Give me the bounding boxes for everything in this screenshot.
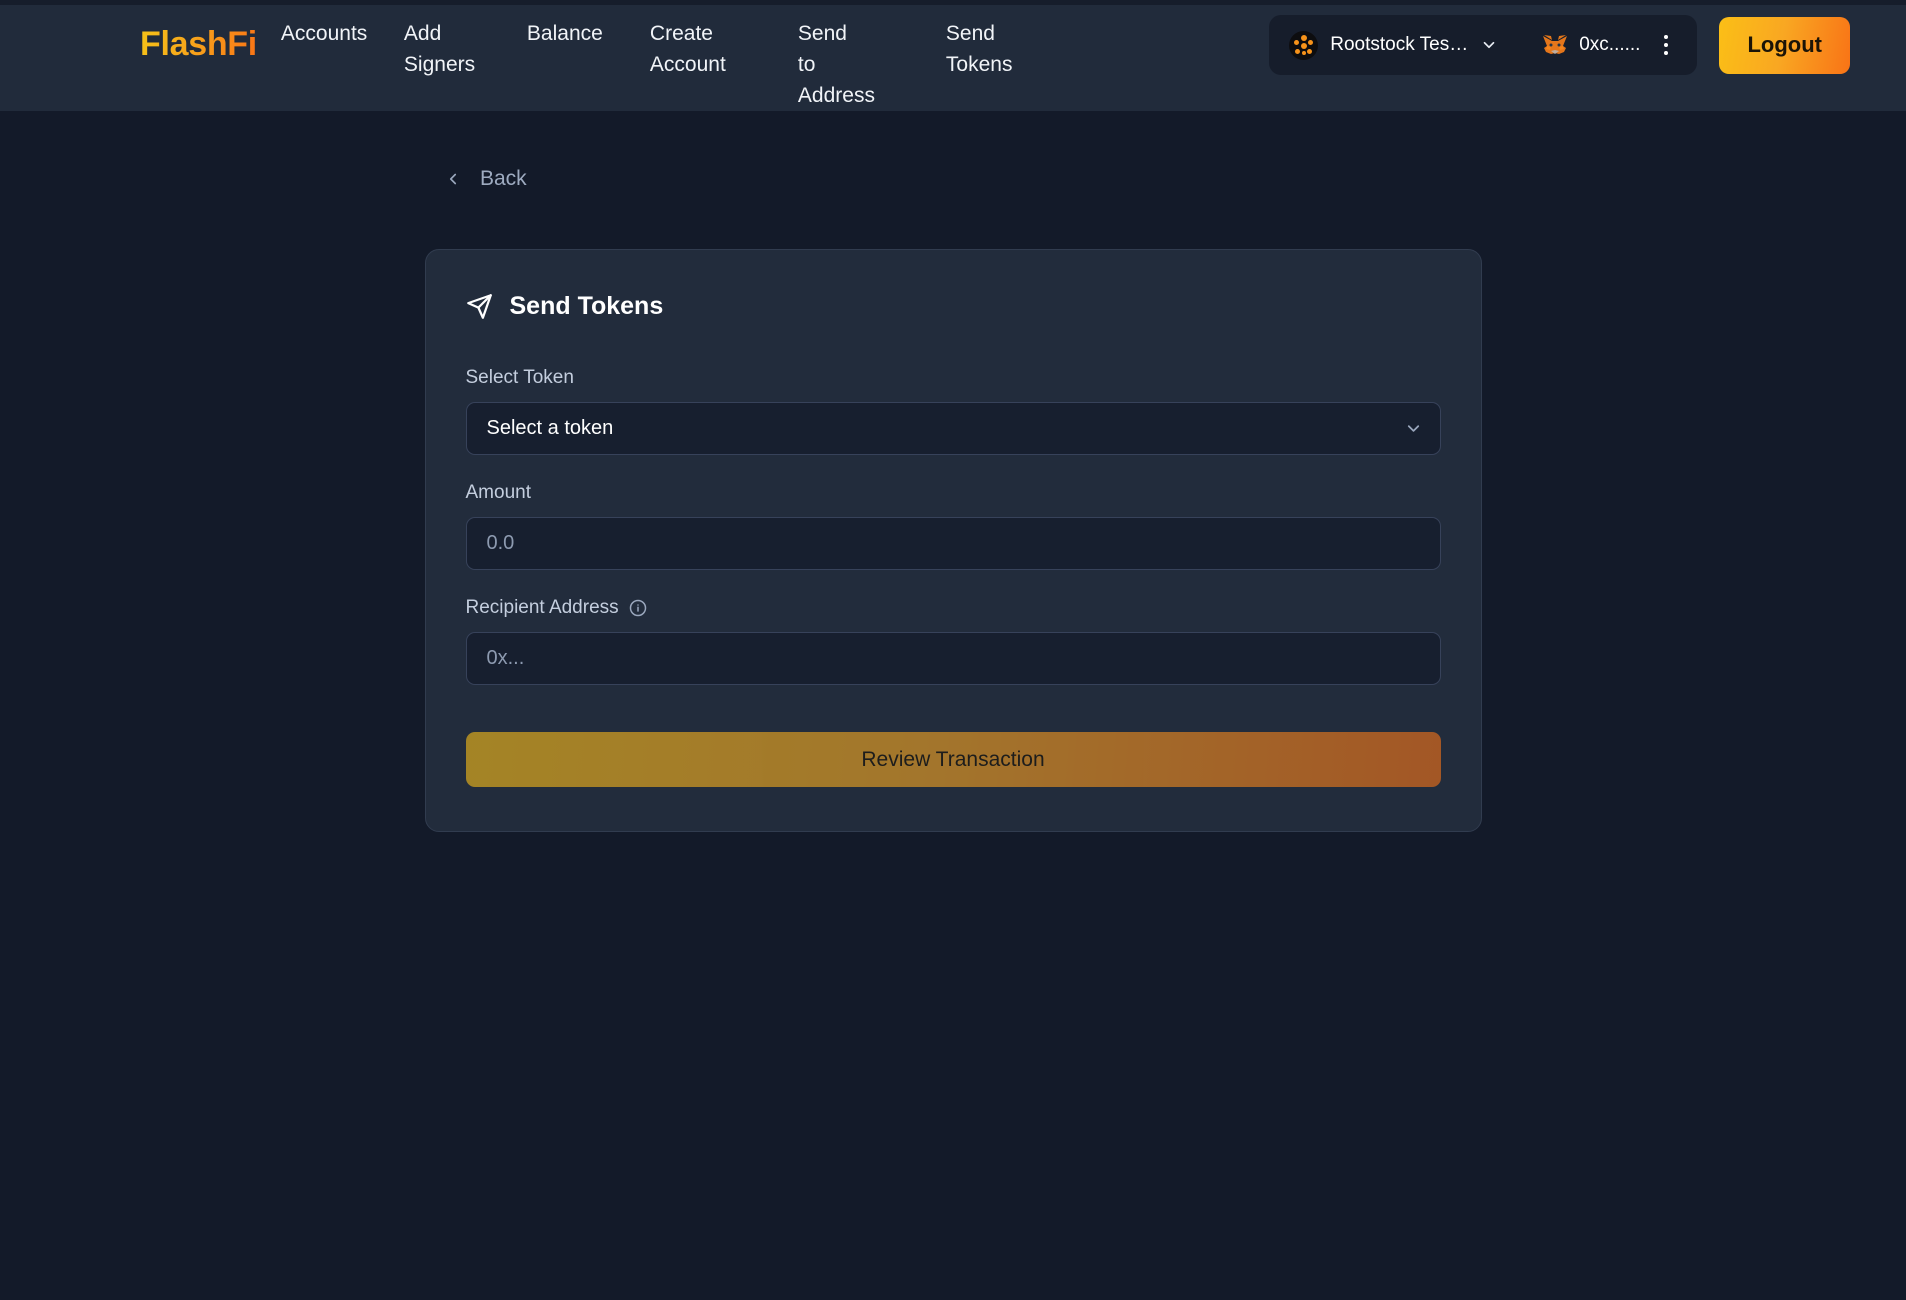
wallet-pill-group: Rootstock Tes… 0xc...... <box>1269 15 1698 75</box>
network-selector[interactable]: Rootstock Tes… <box>1275 21 1516 69</box>
back-link[interactable]: Back <box>444 167 564 191</box>
nav-item-balance[interactable]: Balance <box>517 18 640 49</box>
recipient-address-input[interactable] <box>465 632 1441 685</box>
card-header: Send Tokens <box>466 292 1441 321</box>
header-right-group: Rootstock Tes… 0xc...... Logout <box>1269 5 1850 75</box>
app-header: FlashFi Accounts Add Signers Balance Cre… <box>0 5 1906 111</box>
logout-button[interactable]: Logout <box>1719 16 1850 74</box>
wallet-address-label: 0xc...... <box>1579 34 1641 55</box>
nav-item-create-account[interactable]: Create Account <box>640 18 788 80</box>
network-label: Rootstock Tes… <box>1330 34 1469 55</box>
kebab-menu-icon[interactable] <box>1653 28 1679 62</box>
select-token-label: Select Token <box>466 367 1441 389</box>
recipient-address-field: Recipient Address <box>465 597 1441 685</box>
metamask-fox-icon <box>1543 35 1568 54</box>
select-token-label-text: Select Token <box>465 367 574 388</box>
chevron-left-icon <box>449 173 457 185</box>
amount-label-text: Amount <box>465 482 531 503</box>
wallet-account-chip[interactable]: 0xc...... <box>1528 21 1691 69</box>
send-tokens-card: Send Tokens Select Token Select a token … <box>424 249 1482 832</box>
chevron-down-icon <box>1483 41 1495 49</box>
nav-item-send-tokens[interactable]: Send Tokens <box>936 18 1059 80</box>
page-title: Send Tokens <box>509 292 664 320</box>
recipient-address-label: Recipient Address <box>466 597 1441 619</box>
select-token-field: Select Token Select a token <box>465 367 1441 455</box>
back-label: Back <box>480 167 527 190</box>
page-body: Back Send Tokens Select Token Select a t… <box>0 111 1906 1300</box>
select-token-wrap: Select a token <box>465 402 1441 455</box>
recipient-address-label-text: Recipient Address <box>465 597 619 618</box>
main-nav: Accounts Add Signers Balance Create Acco… <box>271 5 1059 111</box>
send-paper-plane-icon <box>466 294 492 319</box>
select-token-dropdown[interactable]: Select a token <box>465 402 1441 455</box>
amount-input[interactable] <box>465 517 1441 570</box>
nav-item-accounts[interactable]: Accounts <box>271 18 394 49</box>
nav-item-send-to-address[interactable]: Send to Address <box>788 18 936 111</box>
review-transaction-button[interactable]: Review Transaction <box>465 732 1441 787</box>
brand-logo[interactable]: FlashFi <box>140 5 257 64</box>
amount-field: Amount <box>465 482 1441 570</box>
amount-label: Amount <box>466 482 1441 504</box>
nav-item-add-signers[interactable]: Add Signers <box>394 18 517 80</box>
rootstock-icon <box>1289 30 1319 60</box>
info-circle-icon[interactable] <box>629 599 647 617</box>
